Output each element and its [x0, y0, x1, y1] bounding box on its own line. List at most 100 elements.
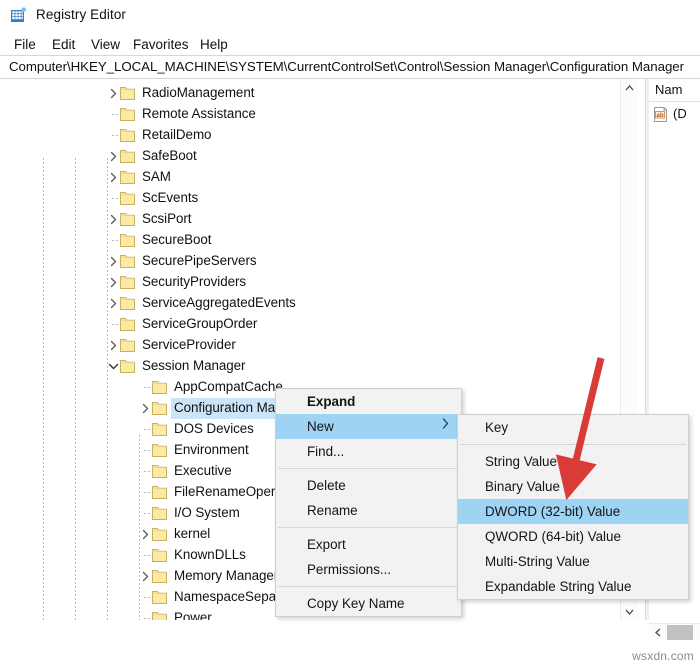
address-path: Computer\HKEY_LOCAL_MACHINE\SYSTEM\Curre… [9, 59, 685, 74]
chevron-right-icon[interactable] [139, 528, 152, 541]
chevron-right-icon[interactable] [107, 339, 120, 352]
column-name-label: Nam [655, 82, 683, 97]
folder-icon [120, 191, 136, 206]
chevron-right-icon[interactable] [107, 171, 120, 184]
chevron-right-icon[interactable] [107, 87, 120, 100]
chevron-down-icon[interactable] [107, 360, 120, 373]
tree-item[interactable]: ScsiPort [0, 209, 632, 230]
folder-icon [152, 464, 168, 479]
menu-help[interactable]: Help [196, 36, 232, 53]
tree-item-label: RadioManagement [142, 85, 255, 100]
submenu-item-label: String Value [485, 454, 557, 469]
menu-separator [278, 527, 459, 528]
folder-icon [120, 107, 136, 122]
context-menu-item[interactable]: Copy Key Name [276, 591, 461, 616]
submenu-item[interactable]: Binary Value [458, 474, 688, 499]
tree-item-label: ServiceAggregatedEvents [142, 295, 296, 310]
chevron-right-icon [442, 414, 449, 439]
values-horizontal-scrollbar[interactable] [649, 623, 700, 641]
tree-item[interactable]: SAM [0, 167, 632, 188]
context-menu[interactable]: Expand New Find... Delete Rename Export Permis… [275, 388, 462, 617]
context-menu-item[interactable]: Rename [276, 498, 461, 523]
tree-item-label: Session Manager [142, 358, 246, 373]
tree-item[interactable]: ScEvents [0, 188, 632, 209]
watermark: wsxdn.com [632, 649, 694, 663]
context-menu-item-label: Copy Key Name [307, 596, 405, 611]
submenu-item[interactable]: String Value [458, 449, 688, 474]
tree-item[interactable]: ServiceAggregatedEvents [0, 293, 632, 314]
folder-icon [152, 401, 168, 416]
tree-item[interactable]: ServiceProvider [0, 335, 632, 356]
context-menu-item[interactable]: Permissions... [276, 557, 461, 582]
scroll-left-button[interactable] [649, 624, 666, 641]
context-menu-item[interactable]: Find... [276, 439, 461, 464]
tree-item[interactable]: RadioManagement [0, 83, 632, 104]
submenu-item[interactable]: DWORD (32-bit) Value [458, 499, 688, 524]
submenu-item[interactable]: QWORD (64-bit) Value [458, 524, 688, 549]
folder-icon [152, 380, 168, 395]
menu-edit[interactable]: Edit [48, 36, 79, 53]
string-value-icon: ab [653, 107, 669, 122]
submenu-item-label: DWORD (32-bit) Value [485, 504, 621, 519]
chevron-right-icon[interactable] [107, 150, 120, 163]
chevron-right-icon[interactable] [107, 255, 120, 268]
folder-icon [152, 527, 168, 542]
chevron-right-icon[interactable] [139, 402, 152, 415]
registry-editor-icon [10, 7, 27, 24]
tree-item-label: DOS Devices [174, 421, 254, 436]
menu-separator [278, 586, 459, 587]
context-menu-item-label: Expand [307, 394, 356, 409]
folder-icon [120, 254, 136, 269]
address-bar[interactable]: Computer\HKEY_LOCAL_MACHINE\SYSTEM\Curre… [0, 56, 700, 78]
context-menu-item-label: New [307, 419, 334, 434]
menu-file[interactable]: File [10, 36, 40, 53]
new-submenu[interactable]: Key String Value Binary Value DWORD (32-bit… [457, 414, 689, 600]
tree-item[interactable]: ServiceGroupOrder [0, 314, 632, 335]
tree-item[interactable]: SecureBoot [0, 230, 632, 251]
tree-item[interactable]: SecurityProviders [0, 272, 632, 293]
context-menu-item[interactable]: Export [276, 532, 461, 557]
tree-item[interactable]: RetailDemo [0, 125, 632, 146]
chevron-right-icon[interactable] [107, 276, 120, 289]
folder-icon [120, 296, 136, 311]
context-menu-item[interactable]: Expand [276, 389, 461, 414]
submenu-item[interactable]: Expandable String Value [458, 574, 688, 599]
hscroll-thumb[interactable] [667, 625, 693, 640]
tree-item-label: SAM [142, 169, 171, 184]
chevron-right-icon[interactable] [107, 213, 120, 226]
scroll-up-button[interactable] [621, 79, 638, 96]
tree-item[interactable]: SecurePipeServers [0, 251, 632, 272]
submenu-item-label: Binary Value [485, 479, 560, 494]
tree-item-label: I/O System [174, 505, 240, 520]
submenu-item-label: Key [485, 420, 509, 435]
menu-favorites[interactable]: Favorites [129, 36, 193, 53]
folder-icon [152, 443, 168, 458]
tree-item-label: ServiceGroupOrder [142, 316, 258, 331]
submenu-item-label: Expandable String Value [485, 579, 632, 594]
menu-separator [278, 468, 459, 469]
folder-icon [152, 569, 168, 584]
tree-item[interactable]: Remote Assistance [0, 104, 632, 125]
tree-item-label: SecureBoot [142, 232, 212, 247]
submenu-item[interactable]: Key [458, 415, 688, 440]
tree-item-label: kernel [174, 526, 211, 541]
tree-item-label: Environment [174, 442, 249, 457]
scroll-down-button[interactable] [621, 603, 638, 620]
chevron-right-icon[interactable] [107, 297, 120, 310]
context-menu-item[interactable]: New [276, 414, 461, 439]
tree-item-label: KnownDLLs [174, 547, 246, 562]
folder-icon [152, 548, 168, 563]
tree-item[interactable]: Session Manager [0, 356, 632, 377]
tree-item-label: SafeBoot [142, 148, 197, 163]
context-menu-item[interactable]: Delete [276, 473, 461, 498]
tree-item-label: ScEvents [142, 190, 199, 205]
submenu-item[interactable]: Multi-String Value [458, 549, 688, 574]
values-column-header[interactable]: Nam [649, 79, 700, 102]
menu-view[interactable]: View [87, 36, 124, 53]
folder-icon [120, 86, 136, 101]
context-menu-item-label: Permissions... [307, 562, 392, 577]
chevron-right-icon[interactable] [139, 570, 152, 583]
folder-icon [120, 212, 136, 227]
folder-icon [120, 149, 136, 164]
tree-item[interactable]: SafeBoot [0, 146, 632, 167]
